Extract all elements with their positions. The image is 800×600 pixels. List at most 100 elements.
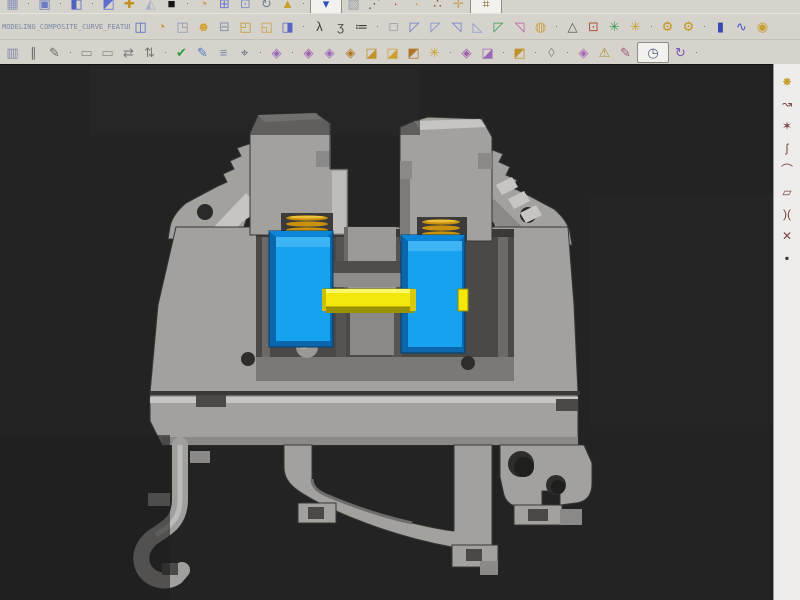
separator-dot: · xyxy=(499,43,508,62)
ruler-stack-icon[interactable]: ≡ xyxy=(214,43,233,62)
window-view-icon[interactable]: ⊡ xyxy=(236,0,255,13)
main-toolbar: ▦·▣·◧·◩✚◭■·◔⊞⊡↻▲·▾▧⋰∙∙∴✛⌗ MODELING_COMPO… xyxy=(0,0,800,65)
pencil-gray-icon[interactable]: ✎ xyxy=(45,43,64,62)
star-asterisk-icon[interactable]: ✶ xyxy=(777,116,797,136)
compass-target-icon[interactable]: ⌖ xyxy=(235,43,254,62)
datum-plane-2-icon[interactable]: ◸ xyxy=(426,17,445,36)
more-options-dot: ▪ xyxy=(777,248,797,268)
open-book-icon[interactable]: ◫ xyxy=(131,17,150,36)
cone-gold-icon[interactable]: ▲ xyxy=(278,0,297,13)
snap-point-gold-icon[interactable]: ∙ xyxy=(407,0,426,13)
sheet-icon[interactable]: ▱ xyxy=(777,182,797,202)
selection-scope-input[interactable]: ▾ xyxy=(310,0,342,13)
filter-cone-icon[interactable]: ◭ xyxy=(141,0,160,13)
cylinder-blue-icon[interactable]: ▮ xyxy=(711,17,730,36)
sphere-gold-icon[interactable]: ◍ xyxy=(531,17,550,36)
ring-gold-icon[interactable]: ◉ xyxy=(753,17,772,36)
solid-cube-icon[interactable]: ◧ xyxy=(67,0,86,13)
spring-coil-icon[interactable]: ∿ xyxy=(732,17,751,36)
separator-dot: · xyxy=(647,17,656,36)
sketch-lambda-icon[interactable]: λ xyxy=(310,17,329,36)
user-alert-icon[interactable]: ⚠ xyxy=(595,43,614,62)
datum-green-icon[interactable]: ◸ xyxy=(489,17,508,36)
seat-blue-icon[interactable]: ◨ xyxy=(278,17,297,36)
center-din-arch[interactable] xyxy=(284,445,498,575)
separator-dot: · xyxy=(446,43,455,62)
layer-copy-icon[interactable]: ▭ xyxy=(77,43,96,62)
mounting-band[interactable] xyxy=(150,391,580,445)
trim-feature-icon[interactable]: ◈ xyxy=(457,43,476,62)
datum-plane-icon[interactable]: ◸ xyxy=(405,17,424,36)
update-sync-icon[interactable]: ↻ xyxy=(671,43,690,62)
box-gold-icon[interactable]: ◰ xyxy=(236,17,255,36)
bracket-curves-icon[interactable]: )( xyxy=(777,204,797,224)
hole-feature-icon[interactable]: ◈ xyxy=(341,43,360,62)
select-rect-icon[interactable]: □ xyxy=(384,17,403,36)
pad-feature-icon[interactable]: ◩ xyxy=(404,43,423,62)
gear-cluster-2-icon[interactable]: ⚙ xyxy=(679,17,698,36)
boss-feature-icon[interactable]: ◪ xyxy=(362,43,381,62)
drag-hand-icon[interactable]: ✛ xyxy=(449,0,468,13)
note-window-icon[interactable]: ⊡ xyxy=(584,17,603,36)
arc-icon[interactable]: ⌒ xyxy=(777,160,797,180)
spline-icon[interactable]: ʃ xyxy=(777,138,797,158)
offset-feature-icon[interactable]: ◩ xyxy=(510,43,529,62)
sketch-curve-icon[interactable]: ʒ xyxy=(331,17,350,36)
disc-gold-icon[interactable]: ◔ xyxy=(152,17,171,36)
revolve-feature-icon[interactable]: ◈ xyxy=(299,43,318,62)
rotate-view-icon[interactable]: ↻ xyxy=(257,0,276,13)
datum-pink-icon[interactable]: ◹ xyxy=(510,17,529,36)
gear-cluster-icon[interactable]: ⚙ xyxy=(658,17,677,36)
star-gold-icon[interactable]: ✳ xyxy=(626,17,645,36)
patch-feature-icon[interactable]: ◪ xyxy=(478,43,497,62)
layer-move-icon[interactable]: ▭ xyxy=(98,43,117,62)
verify-check-icon[interactable]: ✔ xyxy=(172,43,191,62)
separator-dot: · xyxy=(552,17,561,36)
snap-point-red-icon[interactable]: ∙ xyxy=(386,0,405,13)
user-figure-icon[interactable]: ☻ xyxy=(194,17,213,36)
transform-icon[interactable]: ⇄ xyxy=(119,43,138,62)
cad-application-window: ▦·▣·◧·◩✚◭■·◔⊞⊡↻▲·▾▧⋰∙∙∴✛⌗ MODELING_COMPO… xyxy=(0,0,800,600)
feature-x-icon[interactable]: ◈ xyxy=(574,43,593,62)
scatter-points-icon[interactable]: ∴ xyxy=(428,0,447,13)
graphics-viewport[interactable] xyxy=(0,64,773,600)
export-view-icon[interactable]: ◳ xyxy=(173,17,192,36)
render-sphere-icon[interactable]: ◔ xyxy=(194,0,213,13)
toolbar-row-2: MODELING_COMPOSITE_CURVE_FEATURE ◫◔◳☻⊟◰◱… xyxy=(0,13,800,39)
separator-dot: · xyxy=(56,0,65,13)
swap-star-green-icon[interactable]: ✳ xyxy=(605,17,624,36)
folder-part-icon[interactable]: ◱ xyxy=(257,17,276,36)
extrude-feature-icon[interactable]: ◈ xyxy=(267,43,286,62)
spline-points-icon[interactable]: ⋰ xyxy=(365,0,384,13)
snap-sparkle-icon[interactable]: ✸ xyxy=(777,72,797,92)
column-pair-icon[interactable]: ∥ xyxy=(24,43,43,62)
triangle-outline-icon[interactable]: △ xyxy=(563,17,582,36)
datum-plane-4-icon[interactable]: ◺ xyxy=(468,17,487,36)
surface-slab-icon[interactable]: ⊟ xyxy=(215,17,234,36)
cube-pair-icon[interactable]: ⊞ xyxy=(215,0,234,13)
shaded-swatch[interactable]: ■ xyxy=(162,0,181,13)
info-list-icon[interactable]: ≔ xyxy=(352,17,371,36)
curve-cross-icon[interactable]: ✕ xyxy=(777,226,797,246)
datum-plane-3-icon[interactable]: ◹ xyxy=(447,17,466,36)
sketch-in-task-icon[interactable]: ✎ xyxy=(193,43,212,62)
pocket-edit-icon[interactable]: ◪ xyxy=(383,43,402,62)
book-edge-icon[interactable]: ▥ xyxy=(3,43,22,62)
right-din-foot[interactable] xyxy=(500,445,592,525)
reorder-icon[interactable]: ⇅ xyxy=(140,43,159,62)
user-edit-icon[interactable]: ✎ xyxy=(616,43,635,62)
dimension-frame-icon[interactable]: ⌗ xyxy=(470,0,502,13)
history-clock-icon[interactable]: ◷ xyxy=(637,42,669,63)
work-tool-icon[interactable]: ✚ xyxy=(120,0,139,13)
left-wing[interactable] xyxy=(168,143,258,239)
curve-arrow-icon[interactable]: ↝ xyxy=(777,94,797,114)
copy-object-icon[interactable]: ▣ xyxy=(35,0,54,13)
gray-cube-icon[interactable]: ▧ xyxy=(344,0,363,13)
sweep-feature-icon[interactable]: ◈ xyxy=(320,43,339,62)
fan-gold-icon[interactable]: ✳ xyxy=(425,43,444,62)
assembly-cube-icon[interactable]: ◩ xyxy=(99,0,118,13)
grid-display-icon[interactable]: ▦ xyxy=(3,0,22,13)
shield-gray-icon[interactable]: ◊ xyxy=(542,43,561,62)
separator-dot: · xyxy=(161,43,170,62)
separator-dot: · xyxy=(299,0,308,13)
